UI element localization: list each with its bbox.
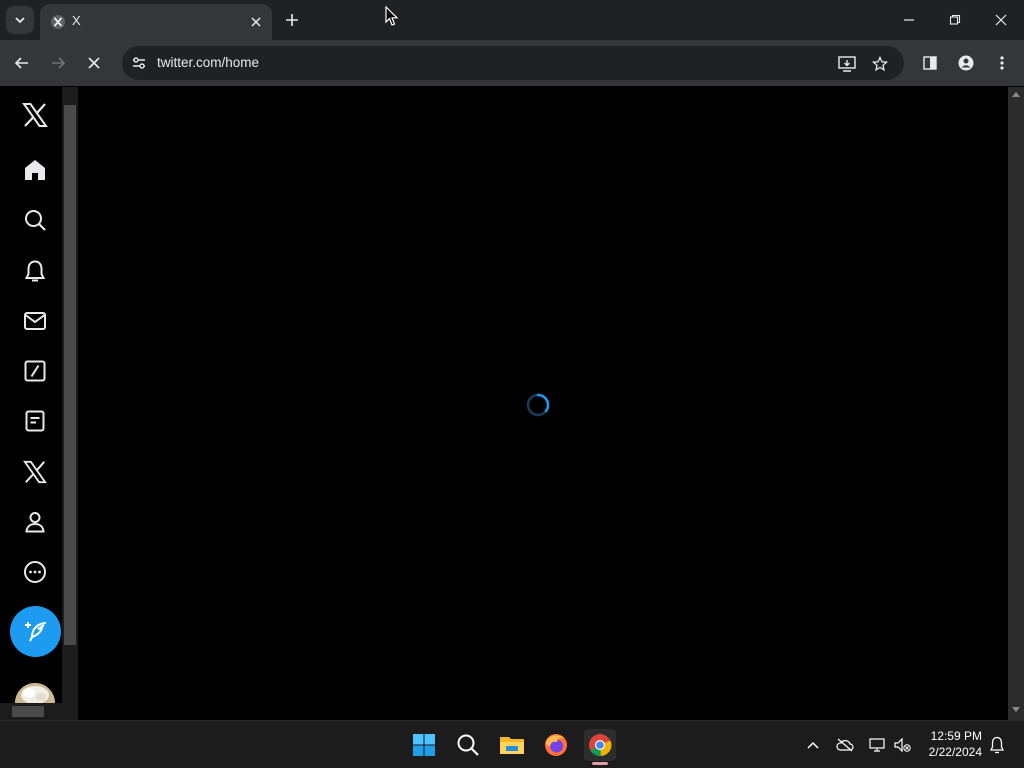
sidebar-item-grok[interactable] <box>19 355 51 387</box>
install-app-button[interactable] <box>836 53 858 75</box>
cloud-off-icon <box>836 738 854 752</box>
search-icon <box>457 734 479 756</box>
chrome-icon <box>589 734 612 757</box>
chevron-down-icon <box>15 17 25 24</box>
browser-tab[interactable]: X <box>40 4 272 40</box>
more-vertical-icon <box>1000 56 1004 70</box>
show-hidden-icons-button[interactable] <box>803 735 823 755</box>
profile-button[interactable] <box>952 49 980 77</box>
sidebar-horizontal-scrollbar[interactable] <box>0 703 62 720</box>
close-icon <box>995 14 1007 26</box>
chrome-active-indicator <box>592 762 608 765</box>
taskbar-firefox[interactable] <box>540 729 572 761</box>
x-sidebar <box>0 87 62 720</box>
arrow-right-icon <box>52 57 66 69</box>
clock-time[interactable]: 12:59 PM <box>918 729 982 743</box>
tab-strip: X <box>0 0 1024 40</box>
mouse-cursor-icon <box>385 6 399 26</box>
taskbar-search-button[interactable] <box>452 729 484 761</box>
stop-loading-button[interactable] <box>80 49 108 77</box>
taskbar-chrome[interactable] <box>584 729 616 761</box>
post-button[interactable] <box>10 606 61 657</box>
new-tab-button[interactable] <box>282 10 302 30</box>
sidebar-scrollbar-thumb[interactable] <box>64 105 76 645</box>
bell-icon <box>989 736 1005 754</box>
sidebar-item-premium[interactable] <box>19 456 51 488</box>
close-icon <box>251 17 261 27</box>
x-logo-link[interactable] <box>19 99 51 131</box>
x-logo-icon <box>22 103 48 127</box>
firefox-icon <box>545 734 567 756</box>
x-logo-icon <box>23 460 47 484</box>
close-icon <box>88 57 100 69</box>
tab-close-button[interactable] <box>246 12 266 32</box>
network-icon <box>869 738 885 752</box>
search-icon <box>25 210 46 231</box>
network-tray-button[interactable] <box>867 735 887 755</box>
site-info-button[interactable] <box>126 50 152 76</box>
sidebar-item-messages[interactable] <box>19 305 51 337</box>
minimize-button[interactable] <box>895 6 923 34</box>
scroll-up-icon[interactable] <box>1012 91 1020 97</box>
close-window-button[interactable] <box>987 6 1015 34</box>
volume-mute-icon <box>894 737 911 753</box>
back-button[interactable] <box>8 49 36 77</box>
sidebar-item-home[interactable] <box>19 154 51 186</box>
notifications-button[interactable] <box>987 735 1007 755</box>
tab-search-button[interactable] <box>6 6 34 34</box>
page-scrollbar[interactable] <box>1008 87 1024 720</box>
sidebar-item-profile[interactable] <box>19 506 51 538</box>
start-icon <box>413 734 435 756</box>
mail-icon <box>24 312 46 330</box>
browser-toolbar: twitter.com/home <box>0 40 1024 86</box>
plus-icon <box>286 14 298 26</box>
scroll-down-icon[interactable] <box>1012 707 1020 713</box>
chevron-up-icon <box>807 741 819 749</box>
side-panel-button[interactable] <box>916 49 944 77</box>
onedrive-tray-button[interactable] <box>835 735 855 755</box>
sidebar-scrollbar[interactable] <box>62 87 78 720</box>
sidebar-item-notifications[interactable] <box>19 255 51 287</box>
grok-icon <box>24 360 46 382</box>
address-bar[interactable]: twitter.com/home <box>122 46 904 80</box>
star-icon <box>872 56 888 72</box>
taskbar-file-explorer[interactable] <box>496 729 528 761</box>
menu-button[interactable] <box>988 49 1016 77</box>
person-icon <box>958 55 974 71</box>
tab-title: X <box>72 13 81 28</box>
compose-icon <box>24 621 46 641</box>
url-text: twitter.com/home <box>157 55 260 70</box>
forward-button[interactable] <box>44 49 72 77</box>
side-panel-icon <box>923 56 937 70</box>
more-icon <box>24 561 46 583</box>
horizontal-scrollbar-thumb[interactable] <box>12 706 44 717</box>
volume-tray-button[interactable] <box>892 735 912 755</box>
person-icon <box>25 512 45 533</box>
loading-spinner <box>526 393 550 417</box>
list-icon <box>25 410 45 432</box>
x-logo-icon <box>51 15 65 29</box>
clock-date[interactable]: 2/22/2024 <box>918 745 982 759</box>
main-content <box>78 87 1008 720</box>
bell-icon <box>24 260 46 282</box>
taskbar: 12:59 PM 2/22/2024 <box>0 720 1024 768</box>
tune-icon <box>133 57 145 69</box>
restore-button[interactable] <box>941 6 969 34</box>
restore-icon <box>949 14 961 25</box>
bookmark-button[interactable] <box>869 53 891 75</box>
file-explorer-icon <box>500 737 524 754</box>
start-button[interactable] <box>408 729 440 761</box>
sidebar-item-explore[interactable] <box>19 204 51 236</box>
sidebar-item-more[interactable] <box>19 556 51 588</box>
install-icon <box>838 56 856 72</box>
home-icon <box>25 160 45 180</box>
minimize-icon <box>904 19 914 21</box>
arrow-left-icon <box>14 57 28 69</box>
sidebar-item-lists[interactable] <box>19 405 51 437</box>
